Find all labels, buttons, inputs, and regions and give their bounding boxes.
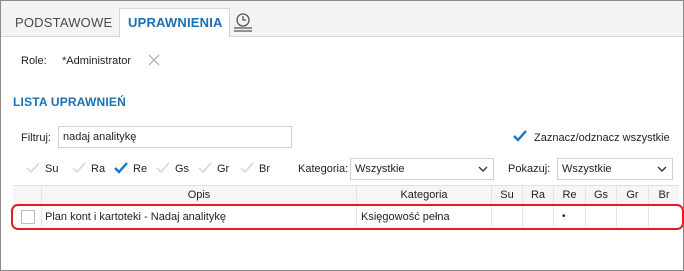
table-header: Opis Kategoria Su Ra Re Gs Gr Br [13,185,679,205]
header-su[interactable]: Su [491,186,522,205]
role-label: Role: [21,55,47,67]
header-br[interactable]: Br [648,186,679,205]
category-select[interactable]: Wszystkie [350,158,494,180]
tab-history[interactable] [231,11,255,33]
toggle-all-checkbox[interactable] [512,128,528,144]
chevron-down-icon [657,166,667,172]
filter-input[interactable] [58,126,292,148]
header-re[interactable]: Re [553,186,585,205]
header-select-column [13,186,41,205]
checkbox-icon [72,162,86,174]
section-title: LISTA UPRAWNIEŃ [13,95,126,109]
category-label: Kategoria: [298,163,349,175]
show-select[interactable]: Wszystkie [557,158,673,180]
permissions-panel: PODSTAWOWE UPRAWNIENIA Role: *Administra… [0,0,684,271]
filter-label: Filtruj: [21,132,51,144]
header-gr[interactable]: Gr [616,186,648,205]
role-value[interactable]: *Administrator [62,55,131,67]
check-icon [114,162,128,174]
checkbox-icon [26,162,40,174]
show-label: Pokazuj: [508,163,551,175]
tab-uprawnienia[interactable]: UPRAWNIENIA [119,8,230,38]
toggle-all-label: Zaznacz/odznacz wszystkie [534,132,670,144]
checkbox-icon [198,162,212,174]
header-gs[interactable]: Gs [585,186,616,205]
header-ra[interactable]: Ra [522,186,553,205]
history-icon [234,13,252,32]
header-opis[interactable]: Opis [41,186,356,205]
tab-podstawowe[interactable]: PODSTAWOWE [9,9,118,37]
checkbox-icon [156,162,170,174]
tab-bar: PODSTAWOWE UPRAWNIENIA [1,1,683,38]
row-highlight-annotation [11,204,684,230]
chevron-down-icon [478,166,488,172]
close-icon[interactable] [147,53,161,67]
checkbox-icon [240,162,254,174]
header-kategoria[interactable]: Kategoria [356,186,491,205]
